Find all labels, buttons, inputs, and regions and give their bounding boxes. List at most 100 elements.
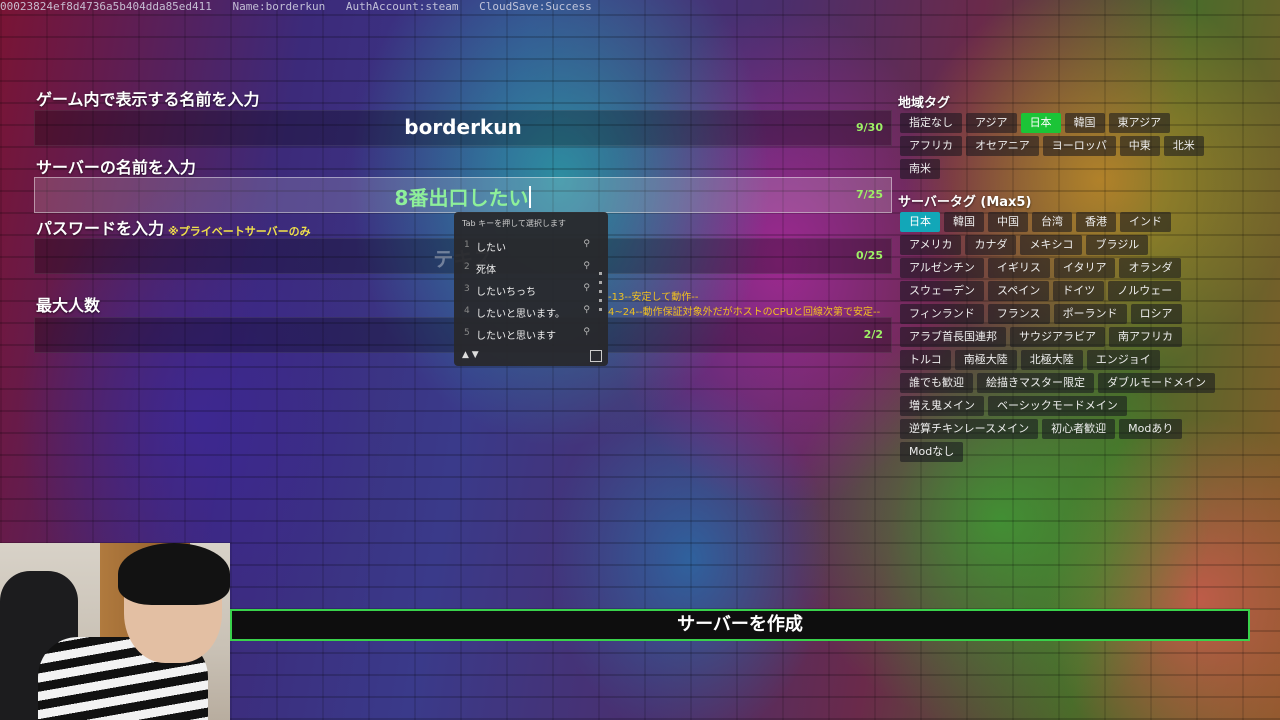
search-icon[interactable]: ⚲ <box>583 305 590 315</box>
tag-chip[interactable]: 増え鬼メイン <box>900 396 984 416</box>
tag-chip[interactable]: サウジアラビア <box>1010 327 1105 347</box>
display-name-char-count: 9/30 <box>856 121 883 134</box>
ime-candidate-word: したいちっち <box>476 287 536 298</box>
password-label: パスワードを入力 <box>36 219 165 238</box>
create-server-button[interactable]: サーバーを作成 <box>230 609 1250 641</box>
tag-chip[interactable]: アメリカ <box>900 235 962 255</box>
tag-chip[interactable]: 逆算チキンレースメイン <box>900 419 1039 439</box>
tag-chip[interactable]: 香港 <box>1076 212 1116 232</box>
tag-chip[interactable]: 誰でも歓迎 <box>900 373 973 393</box>
max-players-count: 2/2 <box>863 328 883 341</box>
text-caret <box>529 186 532 208</box>
ime-hint: Tab キーを押して選択します <box>462 219 566 228</box>
tag-chip[interactable]: 初心者歓迎 <box>1042 419 1116 439</box>
search-icon[interactable]: ⚲ <box>583 327 590 337</box>
tag-chip[interactable]: アラブ首長国連邦 <box>900 327 1006 347</box>
tag-chip[interactable]: Modあり <box>1119 419 1183 439</box>
tag-chip[interactable]: エンジョイ <box>1086 350 1160 370</box>
ime-candidate-number: 1 <box>464 240 470 250</box>
server-name-label: サーバーの名前を入力 <box>36 158 196 177</box>
tag-chip[interactable]: 南米 <box>900 159 940 179</box>
tag-chip[interactable]: カナダ <box>965 235 1017 255</box>
ime-candidate-word: 死体 <box>476 265 496 276</box>
tag-chip[interactable]: 東アジア <box>1108 113 1171 133</box>
tag-chip[interactable]: ロシア <box>1130 304 1182 324</box>
ime-candidate-number: 4 <box>464 306 470 316</box>
display-name-label: ゲーム内で表示する名前を入力 <box>36 90 260 109</box>
tag-chip[interactable]: スウェーデン <box>900 281 984 301</box>
password-private-note: ※プライベートサーバーのみ <box>168 225 311 238</box>
version-note-stable: -13--安定して動作-- <box>608 292 699 303</box>
server-name-char-count: 7/25 <box>856 188 883 201</box>
ime-scroll-indicator[interactable] <box>599 272 602 312</box>
region-tag-list: 指定なし アジア 日本 韓国 東アジアアフリカ オセアニア ヨーロッパ 中東 北米南米 <box>900 113 1230 179</box>
ime-candidate-5[interactable]: 5 したいと思います ⚲ <box>462 324 602 344</box>
server-name-field[interactable]: 8番出口したい 7/25 <box>34 177 892 213</box>
debug-overlay: 00023824ef8d4736a5b404dda85ed411 Name:bo… <box>0 0 606 14</box>
tag-chip[interactable]: 日本 <box>1020 113 1061 133</box>
ime-candidate-number: 5 <box>464 328 470 338</box>
region-tags-title: 地域タグ <box>898 96 951 111</box>
search-icon[interactable]: ⚲ <box>583 261 590 271</box>
server-name-value-wrap: 8番出口したい <box>35 182 891 211</box>
ime-candidate-2[interactable]: 2 死体 ⚲ <box>462 258 602 278</box>
tag-chip[interactable]: 指定なし <box>900 113 962 133</box>
tag-chip[interactable]: フランス <box>987 304 1050 324</box>
tag-chip[interactable]: ベーシックモードメイン <box>988 396 1127 416</box>
tag-chip[interactable]: Modなし <box>900 442 964 462</box>
tag-chip[interactable]: 絵描きマスター限定 <box>977 373 1094 393</box>
tag-chip[interactable]: 韓国 <box>1064 113 1105 133</box>
ime-candidate-word: したいと思います <box>476 331 556 342</box>
tag-chip[interactable]: フィンランド <box>900 304 984 324</box>
ime-candidate-word: したい <box>476 243 506 254</box>
tag-chip[interactable]: ドイツ <box>1053 281 1105 301</box>
debug-auth-account: AuthAccount:steam <box>345 0 459 13</box>
tag-chip[interactable]: 中国 <box>988 212 1028 232</box>
debug-cloud-save: CloudSave:Success <box>479 0 592 13</box>
display-name-value: borderkun <box>404 115 522 139</box>
search-icon[interactable]: ⚲ <box>583 239 590 249</box>
tag-chip[interactable]: スペイン <box>988 281 1050 301</box>
tag-chip[interactable]: イタリア <box>1053 258 1116 278</box>
password-char-count: 0/25 <box>856 249 883 262</box>
ime-candidate-3[interactable]: 3 したいちっち ⚲ <box>462 280 602 300</box>
tag-chip[interactable]: 北米 <box>1163 136 1204 156</box>
debug-player-name: Name:borderkun <box>232 0 326 13</box>
ime-candidate-popup: Tab キーを押して選択します 1 したい ⚲ 2 死体 ⚲ 3 したいちっち … <box>454 212 608 366</box>
tag-chip[interactable]: アルゼンチン <box>900 258 984 278</box>
tag-chip[interactable]: 南極大陸 <box>954 350 1017 370</box>
version-note-unsupported: 4~24--動作保証対象外だがホストのCPUと回線次第で安定-- <box>608 307 881 318</box>
tag-chip[interactable]: オランダ <box>1119 258 1182 278</box>
display-name-field[interactable]: borderkun 9/30 <box>34 110 892 146</box>
tag-chip[interactable]: インド <box>1120 212 1171 232</box>
tag-chip[interactable]: ダブルモードメイン <box>1098 373 1215 393</box>
tag-chip[interactable]: ポーランド <box>1053 304 1127 324</box>
tag-chip[interactable]: ノルウェー <box>1108 281 1182 301</box>
ime-page-arrows[interactable]: ▲ ▼ <box>462 350 479 360</box>
tag-chip[interactable]: 日本 <box>900 212 940 232</box>
tag-chip[interactable]: 南アフリカ <box>1109 327 1182 347</box>
tag-chip[interactable]: アジア <box>966 113 1017 133</box>
server-tags-title: サーバータグ (Max5) <box>898 195 1032 210</box>
ime-candidate-number: 2 <box>464 262 470 272</box>
tag-chip[interactable]: 北極大陸 <box>1020 350 1083 370</box>
tag-chip[interactable]: ブラジル <box>1086 235 1149 255</box>
tag-chip[interactable]: アフリカ <box>900 136 962 156</box>
expand-icon[interactable] <box>590 350 602 362</box>
search-icon[interactable]: ⚲ <box>583 283 590 293</box>
tag-chip[interactable]: トルコ <box>900 350 951 370</box>
ime-candidate-4[interactable]: 4 したいと思います。 ⚲ <box>462 302 602 322</box>
tag-chip[interactable]: 台湾 <box>1032 212 1072 232</box>
tag-chip[interactable]: メキシコ <box>1020 235 1083 255</box>
debug-session-id: 00023824ef8d4736a5b404dda85ed411 <box>0 0 212 13</box>
webcam-hair <box>118 543 230 605</box>
webcam-overlay <box>0 543 230 720</box>
max-players-label: 最大人数 <box>36 296 101 315</box>
ime-candidate-1[interactable]: 1 したい ⚲ <box>462 236 602 256</box>
tag-chip[interactable]: オセアニア <box>966 136 1039 156</box>
tag-chip[interactable]: 中東 <box>1119 136 1160 156</box>
tag-chip[interactable]: ヨーロッパ <box>1042 136 1116 156</box>
tag-chip[interactable]: 韓国 <box>944 212 984 232</box>
server-name-value: 8番出口したい <box>394 186 529 210</box>
tag-chip[interactable]: イギリス <box>987 258 1050 278</box>
